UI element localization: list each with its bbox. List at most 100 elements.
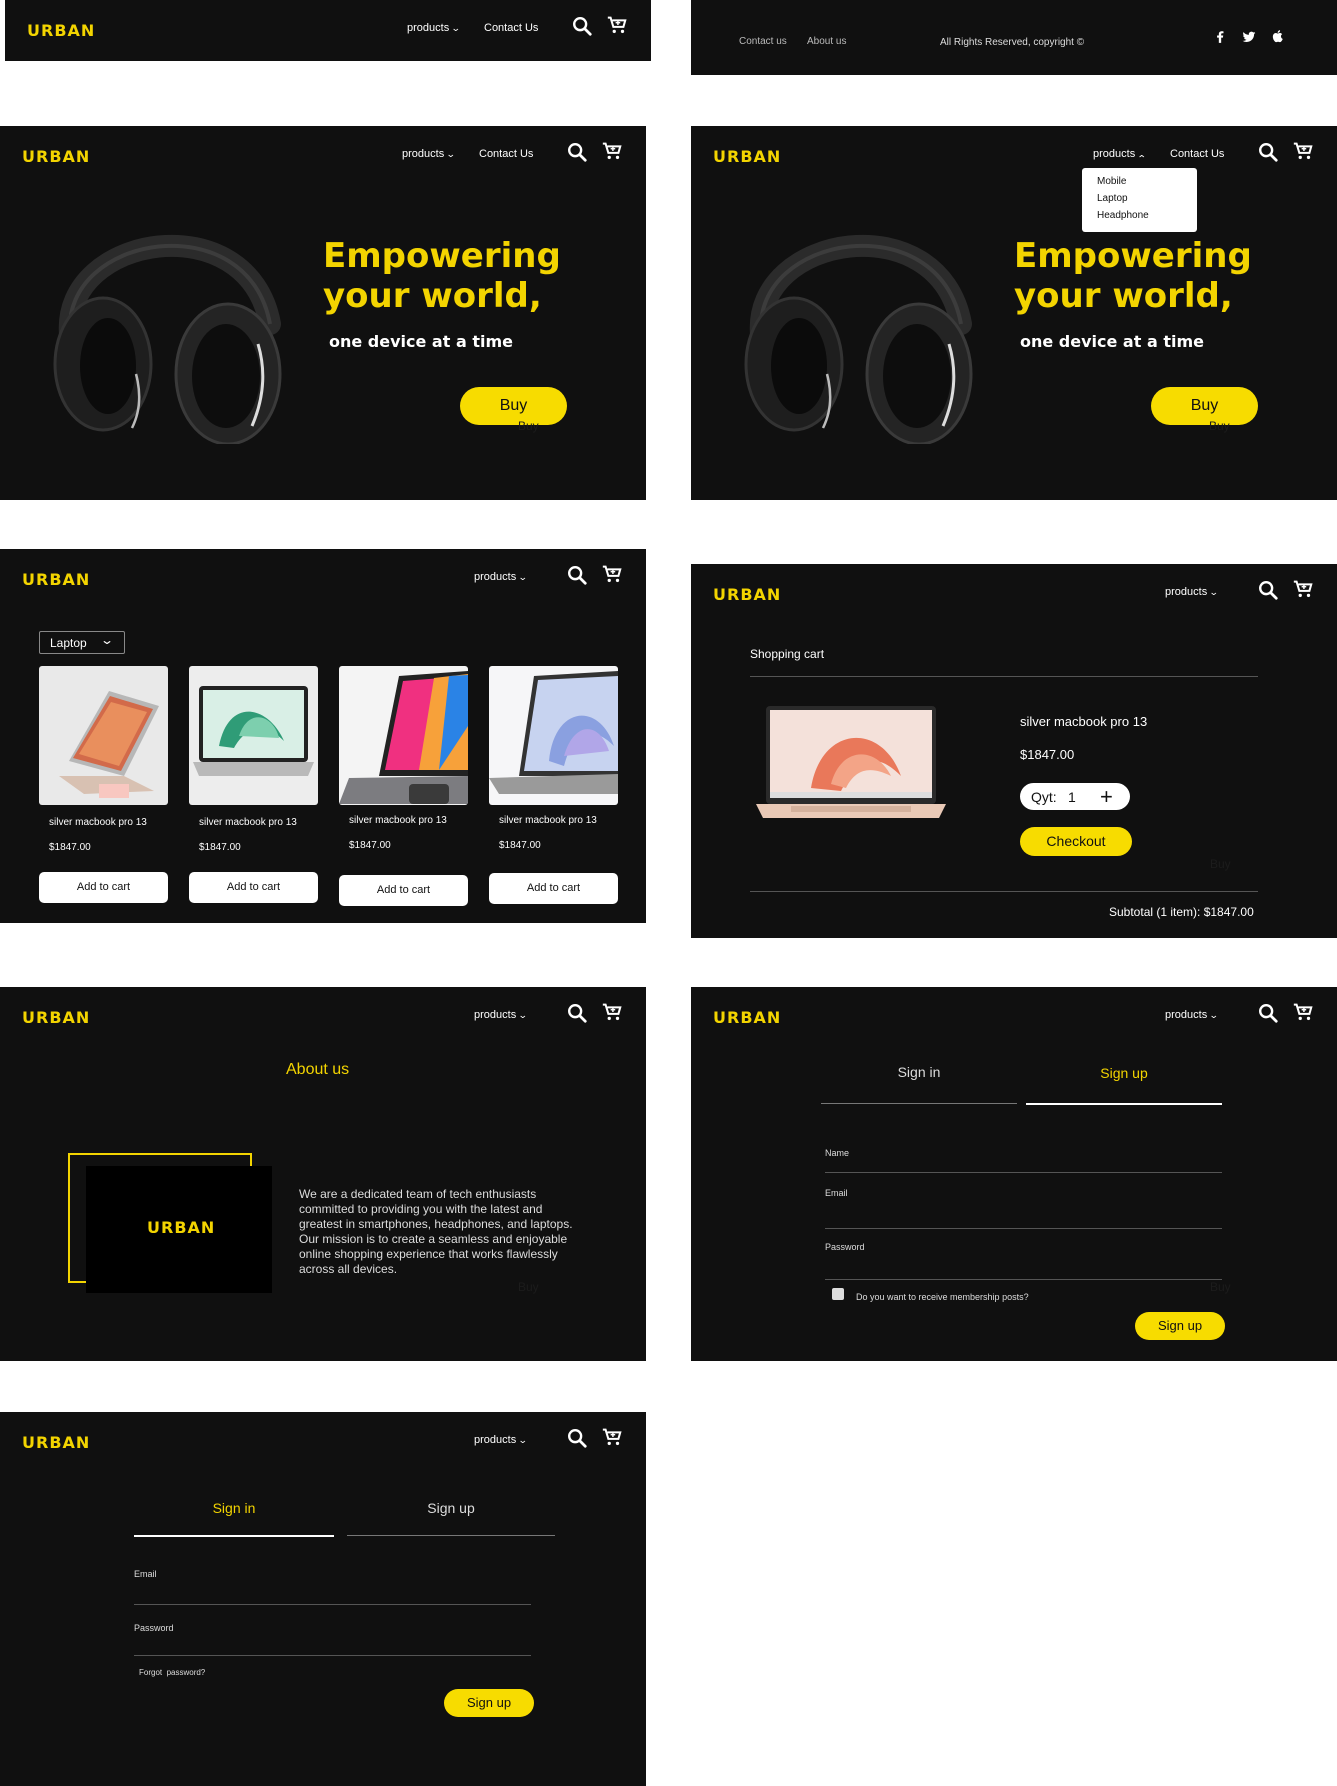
hero-title-line2: your world, xyxy=(1014,276,1233,316)
cart-subtotal: Subtotal (1 item): $1847.00 xyxy=(1109,905,1254,919)
cart-icon[interactable] xyxy=(601,140,623,162)
buy-button[interactable]: Buy xyxy=(1151,387,1258,425)
nav-products[interactable]: products ⌄ xyxy=(402,148,456,160)
brand-logo[interactable]: URBAN xyxy=(22,147,90,166)
cart-icon[interactable] xyxy=(1292,578,1314,600)
tab-signup[interactable]: Sign up xyxy=(347,1500,555,1516)
tab-signup[interactable]: Sign up xyxy=(1026,1065,1222,1081)
search-icon[interactable] xyxy=(566,1002,588,1024)
membership-checkbox-label: Do you want to receive membership posts? xyxy=(856,1292,1029,1302)
add-to-cart-button[interactable]: Add to cart xyxy=(189,872,318,903)
nav-contact[interactable]: Contact Us xyxy=(479,148,533,160)
product-name: silver macbook pro 13 xyxy=(349,815,447,826)
nav-products-label: products xyxy=(1165,586,1208,598)
search-icon[interactable] xyxy=(1257,579,1279,601)
add-to-cart-button[interactable]: Add to cart xyxy=(489,873,618,904)
nav-contact[interactable]: Contact Us xyxy=(484,22,538,34)
chevron-down-icon: ⌄ xyxy=(1209,587,1219,597)
search-icon[interactable] xyxy=(566,564,588,586)
divider xyxy=(750,891,1258,892)
dropdown-item-mobile[interactable]: Mobile xyxy=(1097,176,1126,187)
cart-icon[interactable] xyxy=(601,563,623,585)
product-name: silver macbook pro 13 xyxy=(49,817,147,828)
cart-item-image xyxy=(756,706,946,818)
brand-logo[interactable]: URBAN xyxy=(22,570,90,589)
add-to-cart-button[interactable]: Add to cart xyxy=(39,872,168,903)
dropdown-item-laptop[interactable]: Laptop xyxy=(1097,193,1128,204)
buy-button[interactable]: Buy xyxy=(460,387,567,425)
password-field[interactable] xyxy=(825,1279,1222,1280)
product-image[interactable] xyxy=(339,666,468,805)
brand-logo[interactable]: URBAN xyxy=(22,1433,90,1452)
product-price: $1847.00 xyxy=(349,840,391,851)
add-to-cart-button[interactable]: Add to cart xyxy=(339,875,468,906)
nav-contact[interactable]: Contact Us xyxy=(1170,148,1224,160)
password-field[interactable] xyxy=(134,1655,531,1656)
dropdown-item-headphone[interactable]: Headphone xyxy=(1097,210,1149,221)
tab-signin-underline xyxy=(134,1535,334,1537)
plus-icon[interactable]: + xyxy=(1100,784,1113,810)
headphones-image xyxy=(53,234,282,444)
email-field[interactable] xyxy=(134,1604,531,1605)
brand-logo[interactable]: URBAN xyxy=(713,1008,781,1027)
signin-submit-button[interactable]: Sign up xyxy=(444,1689,534,1717)
brand-logo[interactable]: URBAN xyxy=(713,147,781,166)
footer-contact-link[interactable]: Contact us xyxy=(739,36,787,47)
search-icon[interactable] xyxy=(566,141,588,163)
nav-products-label: products xyxy=(474,1434,517,1446)
apple-icon[interactable] xyxy=(1271,28,1285,44)
search-icon[interactable] xyxy=(566,1427,588,1449)
chevron-down-icon: ⌄ xyxy=(451,23,461,33)
twitter-icon[interactable] xyxy=(1241,30,1257,44)
nav-products[interactable]: products ⌄ xyxy=(474,571,528,583)
footer-about-link[interactable]: About us xyxy=(807,36,846,47)
nav-products[interactable]: products ⌄ xyxy=(474,1434,528,1446)
product-image[interactable] xyxy=(189,666,318,805)
nav-products[interactable]: products ⌄ xyxy=(407,22,461,34)
category-filter-select[interactable]: Laptop ⌄ xyxy=(39,631,125,654)
search-icon[interactable] xyxy=(1257,141,1279,163)
brand-logo[interactable]: URBAN xyxy=(713,585,781,604)
cart-item-name: silver macbook pro 13 xyxy=(1020,714,1148,729)
about-title: About us xyxy=(286,1061,350,1078)
cart-icon[interactable] xyxy=(601,1001,623,1023)
cart-icon[interactable] xyxy=(1292,1001,1314,1023)
nav-products-label: products xyxy=(1093,148,1136,160)
nav-products[interactable]: products ⌄ xyxy=(1165,1009,1219,1021)
product-price: $1847.00 xyxy=(499,840,541,851)
signup-submit-button[interactable]: Sign up xyxy=(1135,1312,1225,1340)
product-image[interactable] xyxy=(489,666,618,805)
name-field[interactable] xyxy=(825,1172,1222,1173)
email-field[interactable] xyxy=(825,1228,1222,1229)
email-field-label: Email xyxy=(134,1569,157,1579)
nav-products-label: products xyxy=(1165,1009,1208,1021)
cart-icon[interactable] xyxy=(601,1426,623,1448)
facebook-icon[interactable] xyxy=(1213,29,1227,45)
product-image[interactable] xyxy=(39,666,168,805)
nav-products[interactable]: products ⌄ xyxy=(1093,148,1147,163)
cart-icon[interactable] xyxy=(1292,140,1314,162)
password-field-label: Password xyxy=(134,1623,174,1633)
about-panel: URBAN products ⌄ About us URBAN We are a … xyxy=(0,987,646,1361)
tab-signin[interactable]: Sign in xyxy=(134,1500,334,1516)
cart-icon[interactable] xyxy=(606,14,628,36)
quantity-stepper[interactable]: Qyt: 1 + xyxy=(1020,783,1130,810)
tab-signin[interactable]: Sign in xyxy=(821,1064,1017,1080)
membership-checkbox[interactable] xyxy=(832,1288,844,1300)
forgot-password-link[interactable]: Forgot password? xyxy=(139,1668,205,1677)
search-icon[interactable] xyxy=(571,15,593,37)
password-field-label: Password xyxy=(825,1242,865,1252)
chevron-down-icon: ⌄ xyxy=(446,149,456,159)
checkout-button[interactable]: Checkout xyxy=(1020,827,1132,856)
nav-products[interactable]: products ⌄ xyxy=(1165,586,1219,598)
brand-logo[interactable]: URBAN xyxy=(27,21,95,40)
product-name: silver macbook pro 13 xyxy=(199,817,297,828)
tab-signup-underline xyxy=(1026,1103,1222,1105)
cart-item-price: $1847.00 xyxy=(1020,747,1075,762)
tab-signin-underline xyxy=(821,1103,1017,1104)
brand-logo[interactable]: URBAN xyxy=(22,1008,90,1027)
nav-products-label: products xyxy=(402,148,445,160)
quantity-value[interactable]: 1 xyxy=(1068,789,1076,805)
search-icon[interactable] xyxy=(1257,1002,1279,1024)
nav-products[interactable]: products ⌄ xyxy=(474,1009,528,1021)
